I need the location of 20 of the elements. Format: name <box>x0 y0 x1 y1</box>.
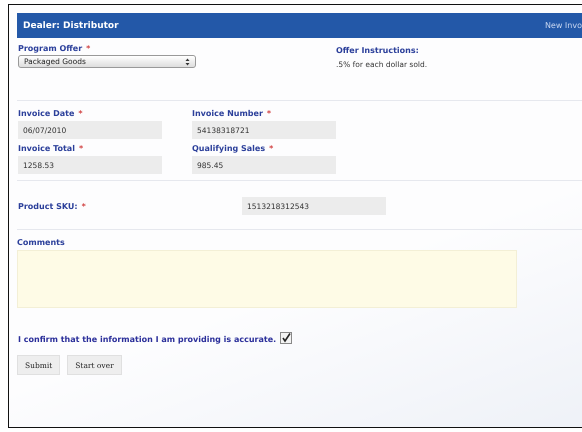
field-label: Invoice Number <box>192 109 263 118</box>
field-label: Invoice Date <box>18 109 74 118</box>
confirm-text: I confirm that the information I am providing is accurate. <box>18 335 276 344</box>
header-title: Dealer: Distributor <box>23 20 119 30</box>
required-mark: * <box>266 109 272 118</box>
dropdown-arrows-icon <box>185 58 190 66</box>
field-label: Offer Instructions: <box>336 46 420 55</box>
field-label: Program Offer <box>18 44 82 53</box>
required-mark: * <box>82 202 86 210</box>
field-label: Invoice Total <box>18 144 75 153</box>
comments-field[interactable] <box>17 250 517 308</box>
required-mark: * <box>78 144 84 153</box>
checkbox[interactable] <box>280 332 292 344</box>
field-label: Qualifying Sales <box>192 144 266 153</box>
required-mark: * <box>269 144 274 153</box>
field-label: Product SKU: <box>18 202 78 210</box>
required-mark: * <box>78 109 83 118</box>
new-invoice-link[interactable]: New Invo <box>544 21 582 30</box>
field-label: Comments <box>17 238 65 247</box>
required-mark: * <box>86 44 90 53</box>
